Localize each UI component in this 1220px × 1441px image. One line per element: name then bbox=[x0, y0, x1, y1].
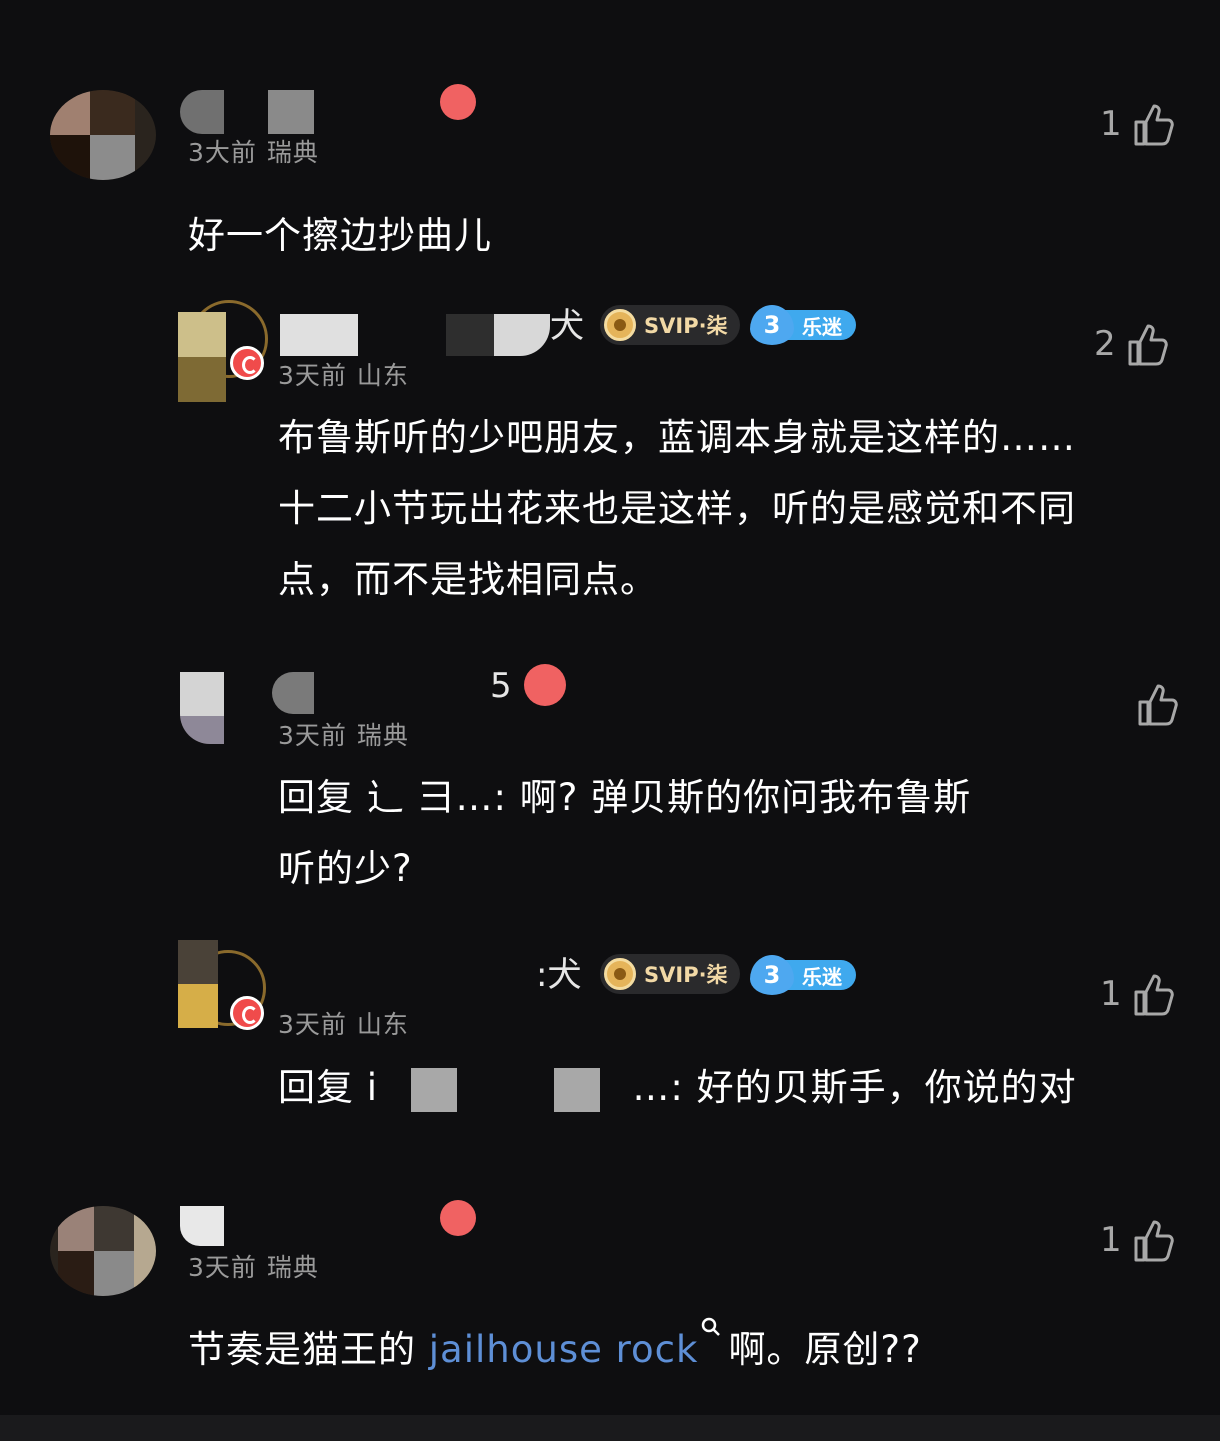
avatar[interactable] bbox=[178, 940, 218, 1028]
like-button[interactable]: 2 bbox=[1094, 320, 1172, 368]
bottom-bar bbox=[0, 1415, 1220, 1441]
thumbs-up-icon bbox=[1138, 684, 1178, 726]
username-suffix: :犬 bbox=[536, 955, 582, 995]
comment-meta: 3天前 山东 bbox=[278, 1010, 409, 1040]
like-count: 1 bbox=[1100, 974, 1122, 1014]
comment-time: 3天前 bbox=[278, 721, 347, 750]
svip-label: SVIP·柒 bbox=[644, 314, 728, 338]
music-badge-icon bbox=[230, 346, 264, 380]
fan-level-badge[interactable]: 3 乐迷 bbox=[750, 955, 856, 995]
username-redacted[interactable] bbox=[180, 1206, 224, 1246]
avatar[interactable] bbox=[50, 1206, 156, 1296]
svip-coin-icon bbox=[604, 309, 636, 341]
username-redacted[interactable] bbox=[272, 672, 314, 714]
comment-location: 瑞典 bbox=[266, 1253, 319, 1282]
thumbs-up-icon bbox=[1134, 1220, 1174, 1262]
like-button[interactable]: 1 bbox=[1100, 100, 1178, 148]
comment-location: 山东 bbox=[356, 1010, 409, 1039]
fan-heart-icon: 3 bbox=[750, 955, 794, 995]
comment-meta: 3天前 山东 bbox=[278, 361, 409, 391]
like-button[interactable] bbox=[1126, 680, 1182, 728]
comment-location: 瑞典 bbox=[266, 138, 319, 167]
music-tag-icon bbox=[524, 664, 566, 706]
comment-location: 瑞典 bbox=[356, 721, 409, 750]
like-count: 1 bbox=[1100, 1220, 1122, 1260]
comment-text: 好一个擦边抄曲儿 bbox=[188, 214, 492, 257]
thumbs-up-icon bbox=[1134, 974, 1174, 1016]
username-redacted[interactable] bbox=[446, 314, 494, 356]
svip-label: SVIP·柒 bbox=[644, 963, 728, 987]
comment-time: 3天前 bbox=[278, 1010, 347, 1039]
fan-heart-icon: 3 bbox=[750, 305, 794, 345]
avatar[interactable] bbox=[178, 312, 226, 402]
text-after-link: 啊。原创?? bbox=[728, 1328, 922, 1371]
comment-time: 3天前 bbox=[278, 361, 347, 390]
comment-meta: 3天前 瑞典 bbox=[188, 1253, 319, 1283]
username-redacted[interactable] bbox=[280, 314, 358, 356]
username-redacted[interactable] bbox=[268, 90, 314, 134]
like-count: 2 bbox=[1094, 324, 1116, 364]
song-link[interactable]: jailhouse rock bbox=[429, 1328, 699, 1371]
search-icon[interactable] bbox=[700, 1316, 722, 1338]
like-button[interactable]: 1 bbox=[1100, 970, 1178, 1018]
username-redacted[interactable] bbox=[180, 90, 224, 134]
reply-suffix: …: 好的贝斯手，你说的对 bbox=[632, 1066, 1077, 1109]
avatar[interactable] bbox=[180, 672, 224, 744]
redacted-block bbox=[553, 1067, 600, 1112]
username-redacted[interactable] bbox=[494, 314, 550, 356]
thumbs-up-icon bbox=[1134, 104, 1174, 146]
music-tag-icon bbox=[440, 84, 476, 120]
username-suffix: 5 bbox=[490, 666, 512, 706]
reply-prefix: 回复 i bbox=[278, 1066, 379, 1109]
comment-text: 节奏是猫王的 jailhouse rock 啊。原创?? bbox=[188, 1314, 1148, 1385]
redacted-block bbox=[410, 1067, 457, 1112]
like-button[interactable]: 1 bbox=[1100, 1216, 1178, 1264]
fan-level-badge[interactable]: 3 乐迷 bbox=[750, 305, 856, 345]
music-badge-icon bbox=[230, 996, 264, 1030]
comment-text: 布鲁斯听的少吧朋友，蓝调本身就是这样的…… 十二小节玩出花来也是这样，听的是感觉… bbox=[278, 416, 1076, 601]
svip-badge[interactable]: SVIP·柒 bbox=[600, 954, 740, 994]
comment-meta: 3天前 瑞典 bbox=[278, 721, 409, 751]
comment-time: 3天前 bbox=[188, 1253, 257, 1282]
comment-meta: 3大前 瑞典 bbox=[188, 138, 319, 168]
music-tag-icon bbox=[440, 1200, 476, 1236]
comment-time: 3大前 bbox=[188, 138, 257, 167]
svip-coin-icon bbox=[604, 958, 636, 990]
comment-text: 回复 辶 彐…: 啊? 弹贝斯的你问我布鲁斯 听的少? bbox=[278, 776, 972, 890]
avatar[interactable] bbox=[50, 90, 156, 180]
comment-text: 回复 i …: 好的贝斯手，你说的对 bbox=[278, 1052, 1158, 1123]
comment-location: 山东 bbox=[356, 361, 409, 390]
like-count: 1 bbox=[1100, 104, 1122, 144]
text-before-link: 节奏是猫王的 bbox=[188, 1328, 416, 1371]
username-suffix: 犬 bbox=[550, 306, 584, 346]
thumbs-up-icon bbox=[1128, 324, 1168, 366]
svip-badge[interactable]: SVIP·柒 bbox=[600, 305, 740, 345]
